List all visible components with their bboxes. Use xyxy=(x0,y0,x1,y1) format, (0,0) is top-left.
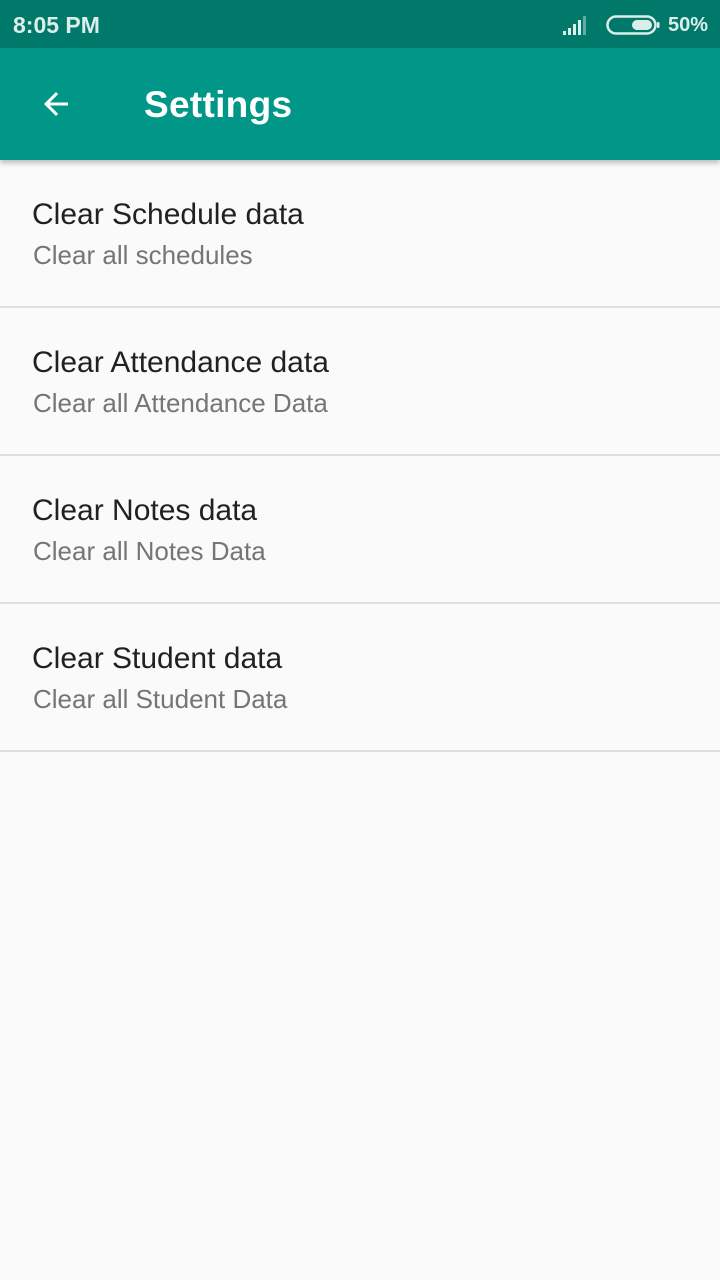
status-indicators: 50% xyxy=(562,12,708,38)
settings-item-clear-attendance[interactable]: Clear Attendance data Clear all Attendan… xyxy=(0,308,720,456)
settings-item-summary: Clear all Student Data xyxy=(33,684,288,714)
status-bar: 8:05 PM 50% xyxy=(0,0,720,48)
arrow-back-icon xyxy=(44,92,68,116)
settings-item-title: Clear Student data xyxy=(32,642,283,675)
settings-item-summary: Clear all Notes Data xyxy=(33,536,266,566)
settings-item-summary: Clear all Attendance Data xyxy=(33,388,328,418)
settings-item-clear-notes[interactable]: Clear Notes data Clear all Notes Data xyxy=(0,456,720,604)
settings-item-title: Clear Schedule data xyxy=(32,198,304,231)
back-button[interactable] xyxy=(24,72,88,136)
settings-item-clear-schedule[interactable]: Clear Schedule data Clear all schedules xyxy=(0,160,720,308)
settings-item-clear-student[interactable]: Clear Student data Clear all Student Dat… xyxy=(0,604,720,752)
settings-item-title: Clear Attendance data xyxy=(32,346,329,379)
settings-item-summary: Clear all schedules xyxy=(33,240,253,270)
signal-icon xyxy=(562,16,586,35)
settings-item-title: Clear Notes data xyxy=(32,494,258,527)
status-time: 8:05 PM xyxy=(13,12,100,38)
battery-percent: 50% xyxy=(667,14,708,36)
app-bar: Settings xyxy=(0,48,720,160)
settings-screen: 8:05 PM 50% Settings Clear Schedule data… xyxy=(0,0,720,1280)
page-title: Settings xyxy=(144,84,293,125)
battery-icon xyxy=(606,15,660,35)
settings-list: Clear Schedule data Clear all schedules … xyxy=(0,160,720,752)
